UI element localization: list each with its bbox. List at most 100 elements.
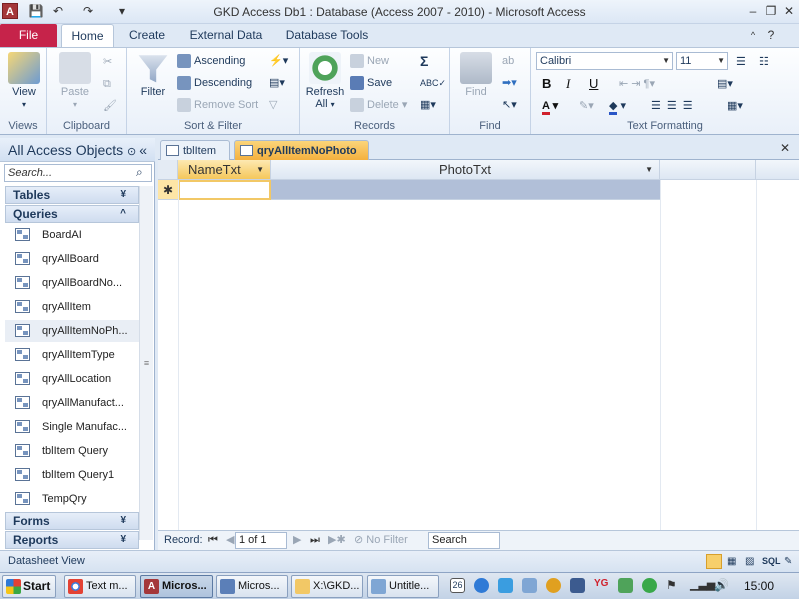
delete-record-button[interactable]: Delete ▾: [350, 96, 407, 114]
select-all-corner[interactable]: [158, 160, 178, 180]
nav-header[interactable]: All Access Objects ⊙ «: [0, 138, 155, 162]
nav-item-query[interactable]: qryAllLocation: [5, 368, 139, 390]
column-header-phototxt[interactable]: PhotoTxt ▼: [271, 160, 660, 180]
font-name-combo[interactable]: Calibri ▼: [536, 52, 673, 70]
record-position-input[interactable]: 1 of 1: [235, 532, 287, 549]
nav-group-reports[interactable]: Reports ¥: [5, 531, 139, 549]
nav-item-query[interactable]: BoardAI: [5, 224, 139, 246]
nav-item-query[interactable]: tblItem Query1: [5, 464, 139, 486]
refresh-all-button[interactable]: Refresh All ▾: [304, 52, 346, 110]
more-records-icon[interactable]: ▦▾: [420, 96, 436, 114]
cut-icon[interactable]: ✂: [103, 53, 112, 71]
taskbar-button[interactable]: Micros...: [216, 575, 288, 598]
cell-phototxt-new[interactable]: [271, 180, 660, 200]
tray-icon[interactable]: [522, 578, 537, 593]
no-filter-button[interactable]: ⊘ No Filter: [354, 531, 408, 550]
close-document-icon[interactable]: ✕: [780, 141, 790, 155]
tab-database-tools[interactable]: Database Tools: [278, 24, 376, 47]
format-painter-icon[interactable]: 🖌: [103, 97, 117, 115]
minimize-ribbon-icon[interactable]: ^: [744, 27, 762, 43]
find-button[interactable]: Find: [458, 52, 494, 98]
nav-item-query[interactable]: qryAllBoardNo...: [5, 272, 139, 294]
chevron-down-icon[interactable]: ▼: [256, 160, 264, 180]
doc-tab-tblitem[interactable]: tblItem: [160, 140, 230, 160]
volume-icon[interactable]: 🔊: [714, 578, 729, 593]
tray-icon[interactable]: [546, 578, 561, 593]
column-header-nametxt[interactable]: NameTxt ▼: [178, 160, 271, 180]
copy-icon[interactable]: ⧉: [103, 75, 111, 93]
new-record-marker[interactable]: ✱: [158, 180, 178, 200]
sort-descending-button[interactable]: Descending: [177, 74, 252, 92]
taskbar-button[interactable]: Untitle...: [367, 575, 439, 598]
remove-sort-button[interactable]: Remove Sort: [177, 96, 258, 114]
tab-file[interactable]: File: [0, 24, 57, 47]
nav-search-input[interactable]: Search...: [4, 164, 152, 182]
column-header-add[interactable]: [660, 160, 756, 180]
clock[interactable]: 15:00: [744, 579, 774, 593]
nav-group-forms[interactable]: Forms ¥: [5, 512, 139, 530]
tab-home[interactable]: Home: [61, 24, 114, 48]
tray-icon[interactable]: [474, 578, 489, 593]
restore-icon[interactable]: ❐: [762, 3, 780, 19]
filter-button[interactable]: Filter: [135, 52, 171, 98]
nav-item-query[interactable]: Single Manufac...: [5, 416, 139, 438]
cell-nametxt-new[interactable]: [178, 180, 271, 200]
doc-tab-qryallitemnophoto[interactable]: qryAllItemNoPhoto: [234, 140, 369, 160]
pivotchart-view-icon[interactable]: ▨: [745, 551, 754, 572]
tray-icon[interactable]: [498, 578, 513, 593]
nav-item-query[interactable]: tblItem Query: [5, 440, 139, 462]
nav-scrollbar[interactable]: ≡: [139, 186, 153, 540]
next-record-icon[interactable]: ▶: [293, 531, 301, 550]
nav-group-tables[interactable]: Tables ¥: [5, 186, 139, 204]
replace-icon[interactable]: ab: [502, 52, 514, 70]
taskbar-button[interactable]: Text m...: [64, 575, 136, 598]
nav-item-query[interactable]: qryAllBoard: [5, 248, 139, 270]
close-icon[interactable]: ✕: [780, 3, 798, 19]
shutter-bar-icon[interactable]: «: [139, 138, 147, 162]
bold-button[interactable]: B: [542, 75, 551, 93]
datasheet-view-icon[interactable]: [706, 554, 722, 569]
nav-item-query[interactable]: qryAllManufact...: [5, 392, 139, 414]
select-icon[interactable]: ↖▾: [502, 96, 517, 114]
calendar-tray-icon[interactable]: 26: [450, 578, 465, 593]
view-button[interactable]: View ▾: [6, 52, 42, 110]
search-icon[interactable]: ⌕: [136, 165, 143, 180]
nav-group-queries[interactable]: Queries ^: [5, 205, 139, 223]
font-color-button[interactable]: A ▾: [542, 97, 558, 115]
gridlines-icon[interactable]: ▤▾: [717, 75, 733, 93]
save-record-button[interactable]: Save: [350, 74, 392, 92]
taskbar-button[interactable]: X:\GKD...: [291, 575, 363, 598]
advanced-filter-icon[interactable]: ▤▾: [269, 74, 285, 92]
paste-button[interactable]: Paste ▾: [57, 52, 93, 110]
bullets-icon[interactable]: ☰: [736, 53, 746, 71]
tray-icon[interactable]: [642, 578, 657, 593]
numbering-icon[interactable]: ☷: [759, 53, 769, 71]
start-button[interactable]: Start: [2, 575, 56, 598]
chevron-down-icon[interactable]: ▼: [645, 160, 653, 180]
align-icons[interactable]: ☰☰☰: [651, 97, 699, 115]
last-record-icon[interactable]: ⏭: [310, 531, 320, 550]
sql-view-icon[interactable]: SQL: [762, 551, 781, 572]
minimize-icon[interactable]: –: [744, 3, 762, 19]
new-record-button[interactable]: New: [350, 52, 389, 70]
tab-external-data[interactable]: External Data: [182, 24, 270, 47]
first-record-icon[interactable]: ⏮: [208, 531, 218, 550]
totals-icon[interactable]: Σ: [420, 52, 428, 70]
spelling-icon[interactable]: ABC✓: [420, 74, 446, 92]
italic-button[interactable]: I: [566, 75, 570, 93]
design-view-icon[interactable]: ✎: [784, 551, 792, 572]
network-icon[interactable]: ▁▃▅: [690, 578, 715, 593]
toggle-filter-icon[interactable]: ▽: [269, 96, 277, 114]
nav-item-query[interactable]: qryAllItem: [5, 296, 139, 318]
tab-create[interactable]: Create: [120, 24, 174, 47]
prev-record-icon[interactable]: ◀: [226, 531, 234, 550]
taskbar-button-active[interactable]: A Micros...: [140, 575, 213, 598]
font-size-combo[interactable]: 11 ▼: [676, 52, 728, 70]
flag-icon[interactable]: ⚑: [666, 578, 681, 593]
fill-color-icon[interactable]: ◆ ▾: [609, 97, 626, 115]
nav-item-query-selected[interactable]: qryAllItemNoPh...: [5, 320, 139, 342]
sort-ascending-button[interactable]: Ascending: [177, 52, 245, 70]
record-search-input[interactable]: Search: [428, 532, 500, 549]
nav-item-query[interactable]: qryAllItemType: [5, 344, 139, 366]
underline-button[interactable]: U: [589, 75, 598, 93]
